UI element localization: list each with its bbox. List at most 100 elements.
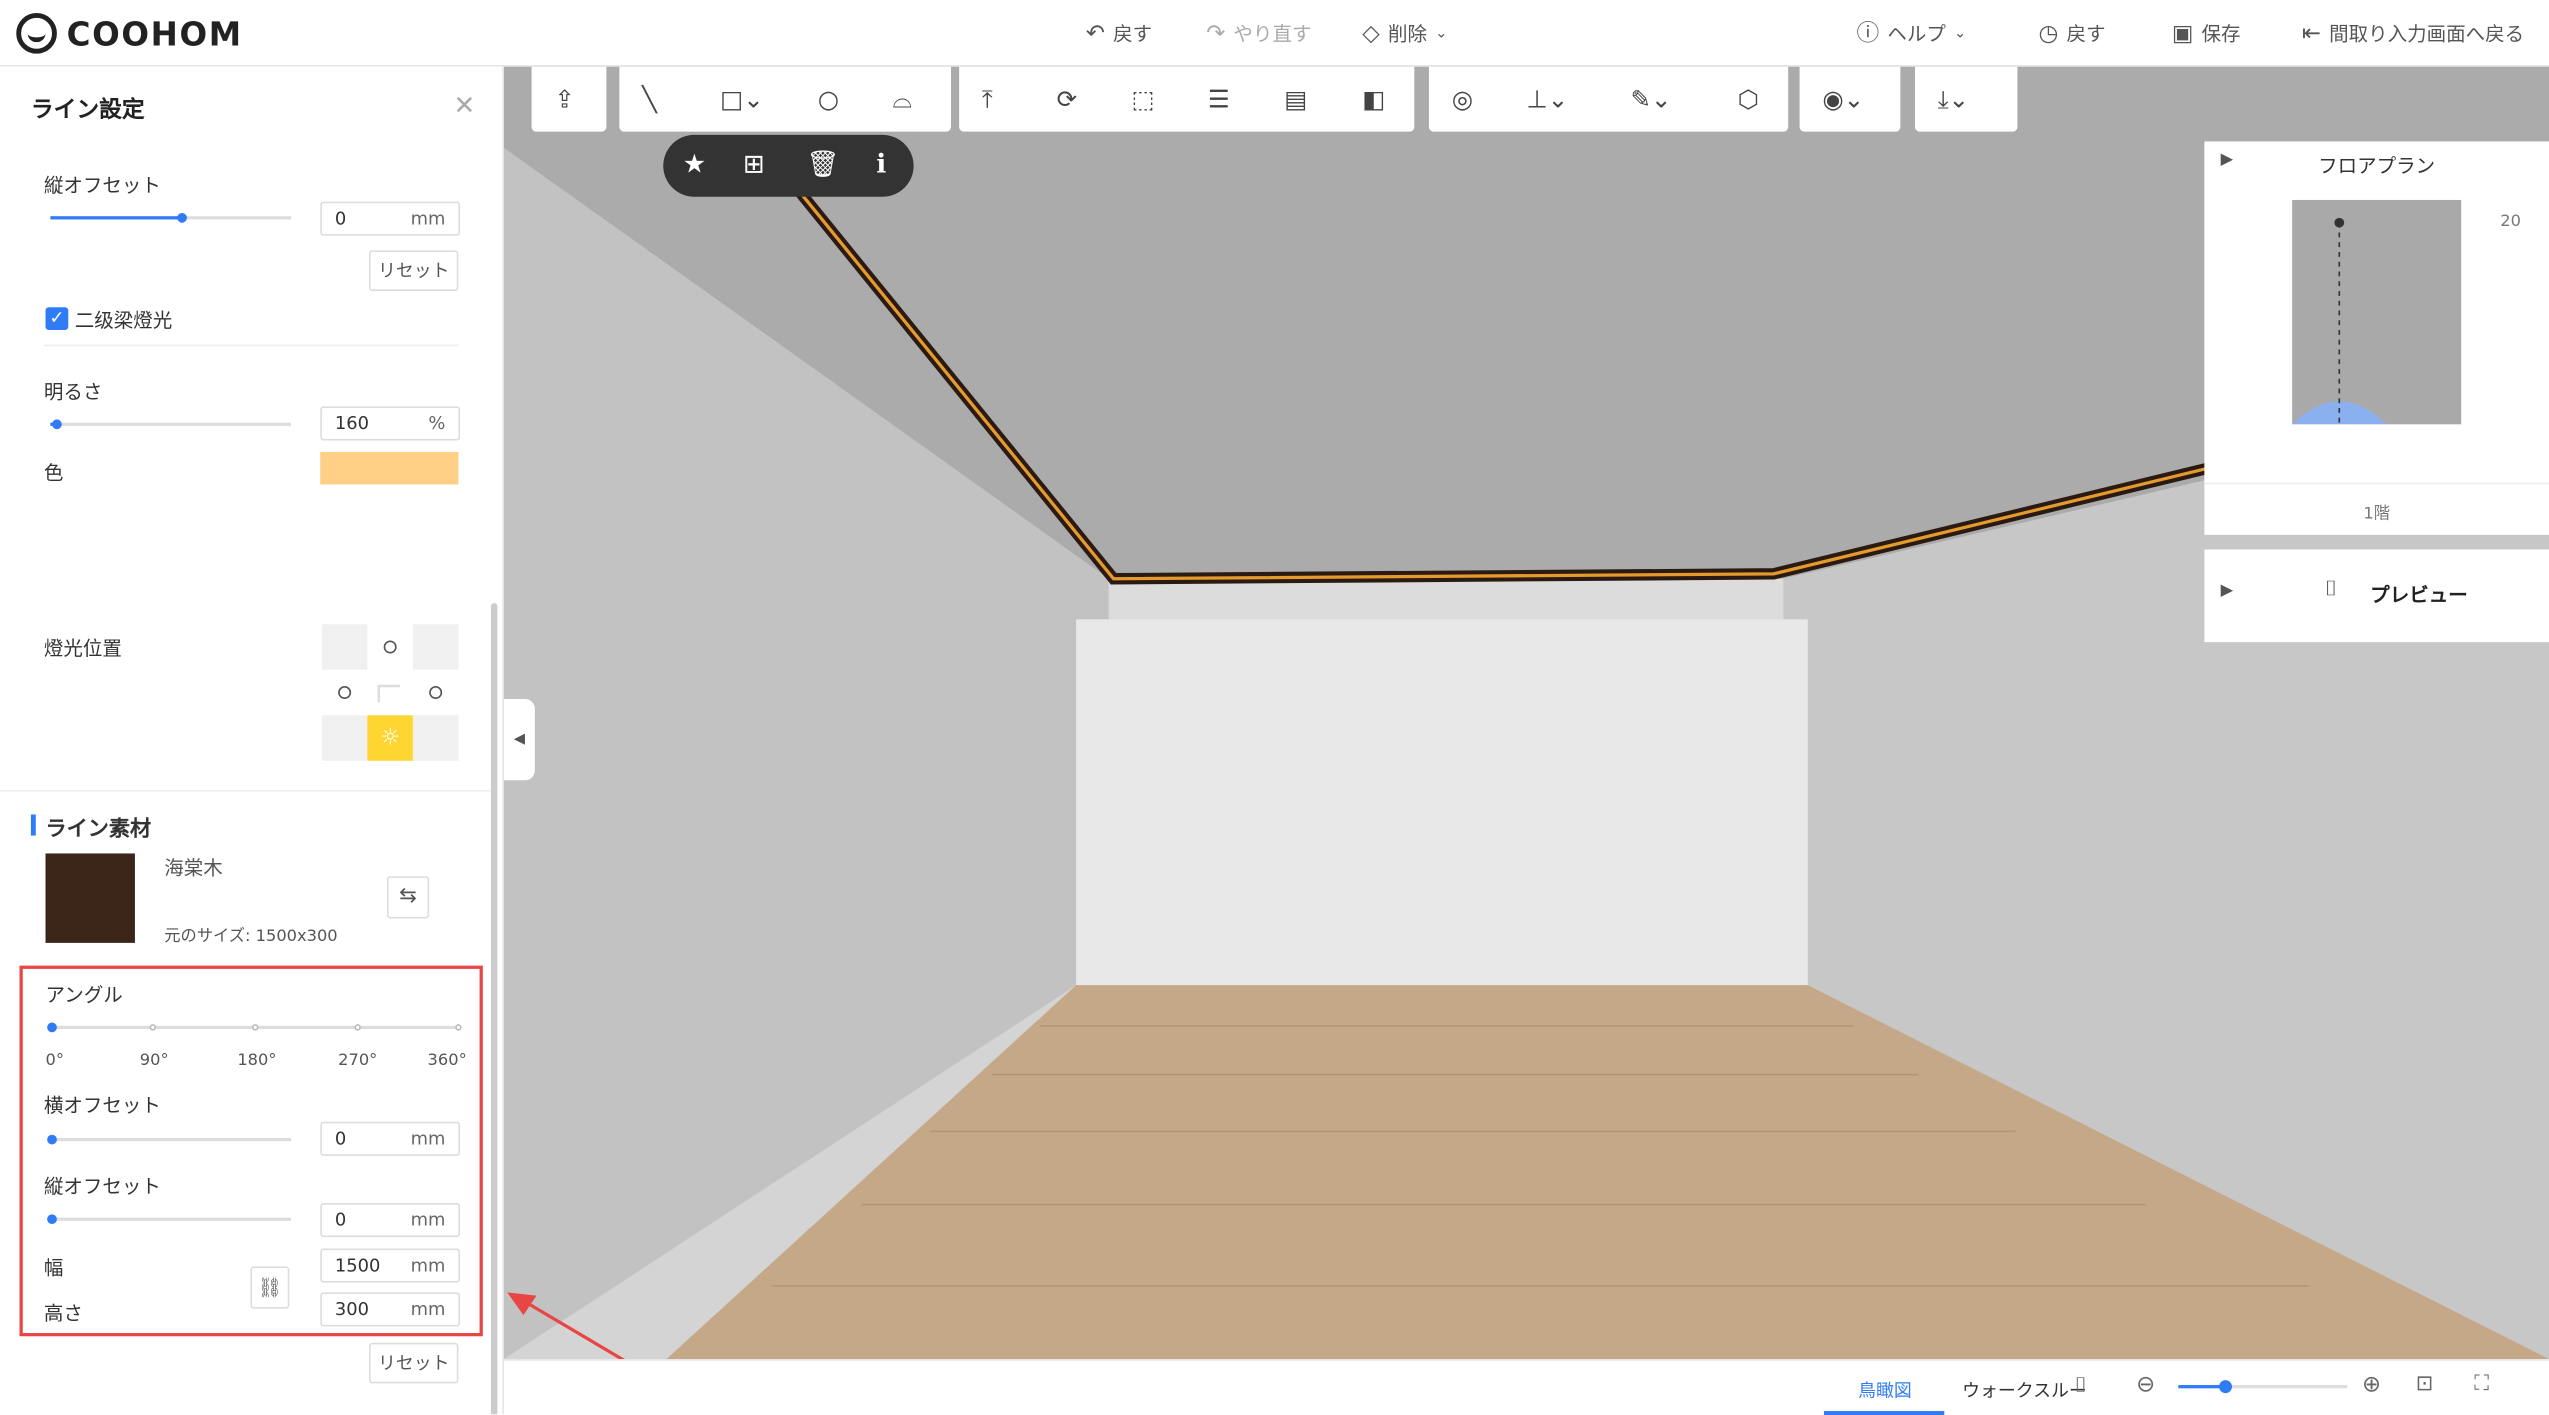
panel-collapse-handle[interactable]: ◀ (503, 699, 535, 781)
rectangle-tool-icon[interactable]: □⌄ (720, 85, 763, 114)
top-bar: COOHOM ↶ 戻す ↷ やり直す ◇ 削除 ⌄ ⓘ ヘルプ ⌄ ◷ 戻す ▣… (0, 0, 2549, 67)
width-input[interactable]: 1500 mm (320, 1248, 461, 1283)
slider-knob[interactable] (47, 1134, 57, 1145)
zoom-fit-icon[interactable]: ⊡ (2416, 1372, 2434, 1396)
upper-vertical-offset-input[interactable]: 0 mm (320, 201, 461, 236)
align-icon[interactable]: ⊥⌄ (1526, 85, 1568, 114)
sweep-icon[interactable]: ⟳ (1057, 85, 1077, 114)
collapse-icon[interactable]: ▶ (2221, 582, 2234, 600)
brightness-slider[interactable] (50, 419, 291, 430)
v-offset-input[interactable]: 0 mm (320, 1202, 461, 1238)
arc-tool-icon[interactable]: ⌓ (892, 85, 911, 114)
height-label: 高さ (43, 1302, 83, 1325)
toolbar-group-upload: ⇪ (531, 66, 607, 132)
upper-reset-button[interactable]: リセット (369, 250, 459, 291)
line-settings-panel: ライン設定 ✕ 縦オフセット 0 mm リセット ✓ 二级梁燈光 明るさ 160… (0, 66, 504, 1415)
slider-knob[interactable] (177, 212, 187, 223)
download-icon[interactable]: ⤓⌄ (1938, 85, 1969, 114)
brush-icon[interactable]: ✎⌄ (1631, 85, 1672, 114)
layout-icon[interactable]: ◧ (1362, 85, 1385, 114)
info-icon[interactable]: ℹ (876, 148, 886, 179)
light-position-top[interactable] (367, 624, 413, 670)
replace-material-button[interactable]: ⇆ (386, 876, 430, 919)
input-value: 0 (334, 1209, 347, 1231)
height-input[interactable]: 300 mm (320, 1292, 461, 1327)
v-offset-slider[interactable] (47, 1214, 291, 1225)
material-thumbnail[interactable] (45, 853, 135, 943)
grid-cell (321, 715, 368, 761)
light-position-bottom[interactable]: ☼ (367, 715, 413, 761)
light-position-left[interactable] (321, 669, 368, 716)
toolbar-group-tools: ◎ ⊥⌄ ✎⌄ ⬡ (1428, 66, 1789, 132)
upper-vertical-offset-slider[interactable] (50, 212, 291, 223)
slider-knob[interactable] (52, 419, 62, 430)
help-button[interactable]: ⓘ ヘルプ ⌄ (1856, 20, 1966, 48)
save-icon: ▣ (2171, 20, 2194, 47)
duplicate-icon[interactable]: ⊞ (743, 148, 765, 179)
help-label: ヘルプ (1887, 22, 1946, 46)
h-offset-input[interactable]: 0 mm (320, 1121, 461, 1156)
light-position-label: 燈光位置 (43, 637, 122, 661)
slider-knob[interactable] (47, 1214, 57, 1225)
divider (0, 790, 491, 792)
cube-icon[interactable]: ⬡ (1738, 85, 1759, 114)
screenshot-icon[interactable]: ⌷ (2074, 1374, 2087, 1398)
delete-button[interactable]: ◇ 削除 ⌄ (1362, 20, 1447, 48)
fullscreen-icon[interactable]: ⛶ (2474, 1372, 2489, 1396)
undo-icon: ↶ (1085, 20, 1106, 47)
color-label: 色 (43, 461, 64, 485)
slider-knob[interactable] (47, 1022, 57, 1033)
redo-button[interactable]: ↷ やり直す (1206, 20, 1311, 48)
material-section-title: ライン素材 (45, 817, 152, 843)
width-label: 幅 (43, 1256, 64, 1280)
divider (2204, 482, 2549, 485)
circle-tool-icon[interactable]: ○ (818, 85, 839, 114)
sun-icon: ☼ (379, 725, 401, 752)
link-ratio-button[interactable]: ⛓ (250, 1266, 290, 1309)
swap-icon: ⇆ (399, 884, 417, 909)
tab-walkthrough[interactable]: ウォークスルー (1962, 1377, 2087, 1403)
angle-tick-label: 0° (45, 1051, 65, 1070)
secondary-light-checkbox[interactable]: ✓ (45, 307, 69, 331)
input-value: 160 (334, 412, 370, 435)
floor-level[interactable]: 1階 (2204, 499, 2549, 524)
spiral-icon[interactable]: ◎ (1452, 85, 1473, 114)
undo-button[interactable]: ↶ 戻す (1086, 20, 1152, 48)
3d-viewport[interactable]: ⇪ ╲ □⌄ ○ ⌓ ⤒ ⟳ ⬚ ☰ ▤ ◧ ◎ ⊥⌄ ✎⌄ ⬡ ◉⌄ ⤓⌄ ★… (503, 66, 2549, 1360)
panel-scrollbar[interactable] (490, 603, 498, 1415)
camera-icon: ⌷ (2324, 577, 2338, 602)
zoom-slider[interactable] (2178, 1380, 2348, 1394)
h-offset-label: 横オフセット (43, 1094, 161, 1117)
trash-icon[interactable]: 🗑 (806, 148, 839, 179)
brightness-input[interactable]: 160 % (320, 406, 461, 441)
light-position-right[interactable] (412, 669, 459, 716)
zoom-knob[interactable] (2218, 1380, 2233, 1394)
frame-icon[interactable]: ⬚ (1131, 85, 1154, 114)
extrude-icon[interactable]: ⤒ (982, 85, 993, 114)
angle-slider[interactable] (47, 1022, 462, 1033)
angle-label: アングル (45, 983, 123, 1007)
panel-icon[interactable]: ▤ (1284, 85, 1307, 114)
close-icon[interactable]: ✕ (454, 89, 476, 120)
zoom-out-icon[interactable]: ⊖ (2136, 1372, 2155, 1398)
upload-icon[interactable]: ⇪ (554, 85, 574, 114)
tab-birdseye[interactable]: 鳥瞰図 (1858, 1377, 1912, 1403)
angle-tick-label: 270° (338, 1051, 378, 1070)
light-strip-icon[interactable]: ☰ (1208, 85, 1230, 114)
history-button[interactable]: ◷ 戻す (2039, 20, 2106, 48)
save-button[interactable]: ▣ 保存 (2172, 20, 2241, 48)
eye-icon[interactable]: ◉⌄ (1822, 85, 1864, 114)
preview-panel[interactable]: ▶ ⌷ プレビュー (2204, 549, 2549, 643)
floorplan-scale[interactable]: 20 (2500, 213, 2521, 231)
line-tool-icon[interactable]: ╲ (642, 85, 657, 114)
reset-button[interactable]: リセット (369, 1342, 459, 1384)
favorite-icon[interactable]: ★ (683, 148, 706, 179)
back-to-floorplan-button[interactable]: ⇤ 間取り入力画面へ戻る (2302, 20, 2524, 48)
material-name: 海棠木 (164, 856, 223, 880)
h-offset-slider[interactable] (47, 1134, 291, 1145)
input-value: 300 (334, 1298, 370, 1321)
zoom-in-icon[interactable]: ⊕ (2362, 1372, 2381, 1398)
floorplan-map[interactable] (2292, 199, 2462, 425)
angle-tick-label: 360° (427, 1051, 467, 1070)
color-swatch[interactable] (320, 451, 459, 485)
